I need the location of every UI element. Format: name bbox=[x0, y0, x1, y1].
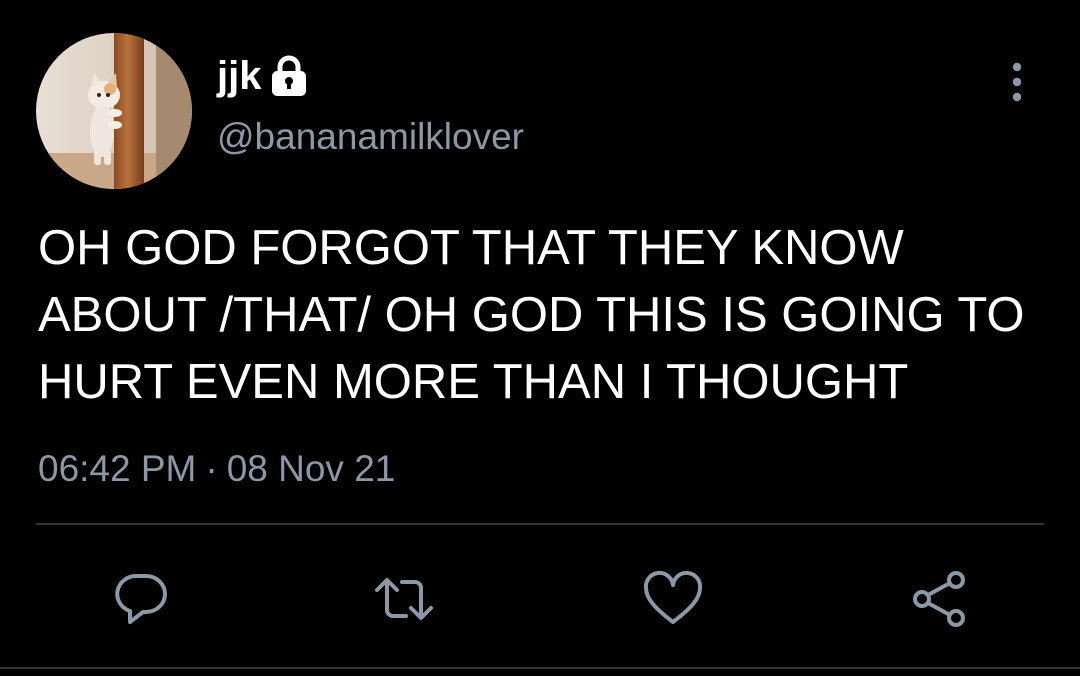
avatar[interactable] bbox=[36, 33, 192, 189]
like-button[interactable] bbox=[642, 568, 704, 630]
display-name-row: jjk bbox=[217, 50, 309, 102]
tweet-text: OH GOD FORGOT THAT THEY KNOW ABOUT /THAT… bbox=[38, 221, 1025, 409]
more-vertical-icon[interactable] bbox=[1000, 62, 1034, 104]
share-button[interactable] bbox=[909, 568, 971, 630]
retweet-button[interactable] bbox=[373, 568, 435, 630]
reply-button[interactable] bbox=[110, 568, 172, 630]
display-name[interactable]: jjk bbox=[217, 56, 261, 96]
meta-separator: · bbox=[205, 448, 218, 489]
user-handle[interactable]: @bananamilklover bbox=[217, 118, 524, 155]
tweet-time: 06:42 PM bbox=[38, 448, 197, 489]
tweet-card: jjk @bananamilklover OH GOD FORGOT THAT … bbox=[0, 0, 1080, 676]
lock-icon bbox=[269, 54, 309, 98]
avatar-image bbox=[36, 33, 192, 189]
divider bbox=[36, 523, 1044, 525]
share-icon bbox=[913, 571, 965, 627]
tweet-timestamp[interactable]: 06:42 PM · 08 Nov 21 bbox=[38, 447, 395, 491]
reply-icon bbox=[115, 574, 167, 624]
bottom-divider bbox=[0, 667, 1080, 669]
retweet-icon bbox=[375, 578, 433, 620]
heart-icon bbox=[643, 571, 703, 624]
tweet-date: 08 Nov 21 bbox=[226, 448, 396, 489]
